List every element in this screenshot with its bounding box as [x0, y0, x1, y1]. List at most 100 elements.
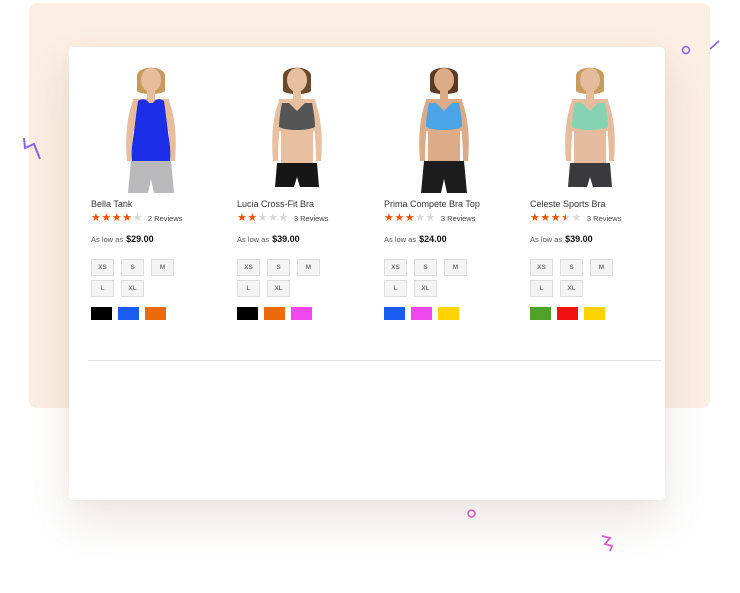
color-swatch[interactable]: [411, 307, 432, 320]
size-option[interactable]: S: [414, 259, 437, 276]
size-option[interactable]: S: [560, 259, 583, 276]
size-options: XS S M L XL: [530, 259, 646, 301]
rating-summary: ★ ★ ★ ★ ★ 3 Reviews: [384, 213, 514, 224]
reviews-link[interactable]: 3 Reviews: [294, 214, 329, 223]
size-option[interactable]: XL: [414, 280, 437, 297]
size-option[interactable]: M: [297, 259, 320, 276]
star-icon: ★: [111, 212, 122, 224]
size-option[interactable]: XS: [237, 259, 260, 276]
product-item: Celeste Sports Bra ★ ★ ★ ★ ★ 3 Reviews As lo…: [530, 61, 660, 320]
circle-icon: [681, 45, 691, 55]
reviews-link[interactable]: 2 Reviews: [148, 214, 183, 223]
star-icon: ★: [415, 212, 425, 224]
price-box: As low as $24.00: [384, 234, 514, 244]
product-image[interactable]: [384, 61, 504, 193]
star-icon: ★: [237, 212, 247, 224]
product-item: Lucia Cross-Fit Bra ★ ★ ★ ★ ★ 3 Reviews As l…: [237, 61, 367, 320]
star-icon: ★: [561, 212, 571, 224]
star-icon: ★: [394, 212, 405, 224]
product-name[interactable]: Celeste Sports Bra: [530, 199, 660, 210]
size-option[interactable]: XS: [91, 259, 114, 276]
color-options: [384, 307, 514, 320]
product-image[interactable]: [530, 61, 650, 193]
dash-icon: [709, 40, 720, 50]
price: $29.00: [126, 234, 154, 244]
price-label: As low as: [530, 235, 563, 244]
price-label: As low as: [237, 235, 270, 244]
price: $39.00: [272, 234, 300, 244]
size-option[interactable]: M: [151, 259, 174, 276]
product-image[interactable]: [237, 61, 357, 193]
size-option[interactable]: XS: [530, 259, 553, 276]
size-option[interactable]: XL: [560, 280, 583, 297]
color-swatch[interactable]: [438, 307, 459, 320]
size-option[interactable]: S: [121, 259, 144, 276]
star-icon: ★: [550, 212, 561, 224]
star-icon: ★: [132, 212, 143, 224]
product-name[interactable]: Prima Compete Bra Top: [384, 199, 514, 210]
size-option[interactable]: M: [444, 259, 467, 276]
color-swatch[interactable]: [118, 307, 139, 320]
size-option[interactable]: S: [267, 259, 290, 276]
price-box: As low as $39.00: [237, 234, 367, 244]
price-box: As low as $39.00: [530, 234, 660, 244]
product-image[interactable]: [91, 61, 211, 193]
squiggle-icon: [601, 535, 614, 552]
size-option[interactable]: XS: [384, 259, 407, 276]
color-options: [237, 307, 367, 320]
color-swatch[interactable]: [145, 307, 166, 320]
size-option[interactable]: XL: [121, 280, 144, 297]
size-option[interactable]: L: [91, 280, 114, 297]
size-option[interactable]: XL: [267, 280, 290, 297]
rating-stars: ★ ★ ★ ★ ★: [384, 213, 436, 224]
star-icon: ★: [278, 212, 289, 224]
color-options: [530, 307, 660, 320]
rating-summary: ★ ★ ★ ★ ★ 2 Reviews: [91, 213, 221, 224]
star-icon: ★: [384, 212, 394, 224]
color-swatch[interactable]: [384, 307, 405, 320]
product-grid-card: Bella Tank ★ ★ ★ ★ ★ 2 Reviews As low as $29.…: [69, 47, 665, 500]
product-name[interactable]: Lucia Cross-Fit Bra: [237, 199, 367, 210]
star-icon: ★: [122, 212, 132, 224]
size-option[interactable]: L: [237, 280, 260, 297]
rating-stars: ★ ★ ★ ★ ★: [91, 213, 143, 224]
rating-summary: ★ ★ ★ ★ ★ 3 Reviews: [530, 213, 660, 224]
reviews-link[interactable]: 3 Reviews: [441, 214, 476, 223]
size-options: XS S M L XL: [384, 259, 500, 301]
price-label: As low as: [91, 235, 124, 244]
squiggle-icon: [23, 137, 41, 160]
color-swatch[interactable]: [584, 307, 605, 320]
star-icon: ★: [268, 212, 278, 224]
circle-icon: [467, 509, 476, 518]
size-option[interactable]: L: [384, 280, 407, 297]
divider: [88, 360, 661, 361]
star-icon: ★: [571, 212, 582, 224]
size-option[interactable]: M: [590, 259, 613, 276]
color-swatch[interactable]: [557, 307, 578, 320]
color-swatch[interactable]: [91, 307, 112, 320]
color-swatch[interactable]: [530, 307, 551, 320]
star-icon: ★: [91, 212, 101, 224]
rating-summary: ★ ★ ★ ★ ★ 3 Reviews: [237, 213, 367, 224]
size-options: XS S M L XL: [91, 259, 207, 301]
price: $39.00: [565, 234, 593, 244]
price-label: As low as: [384, 235, 417, 244]
size-options: XS S M L XL: [237, 259, 353, 301]
star-icon: ★: [425, 212, 436, 224]
color-swatch[interactable]: [291, 307, 312, 320]
reviews-link[interactable]: 3 Reviews: [587, 214, 622, 223]
size-option[interactable]: L: [530, 280, 553, 297]
color-swatch[interactable]: [264, 307, 285, 320]
star-icon: ★: [404, 212, 415, 224]
star-icon: ★: [530, 212, 540, 224]
color-swatch[interactable]: [237, 307, 258, 320]
star-icon: ★: [247, 212, 258, 224]
rating-stars: ★ ★ ★ ★ ★: [530, 213, 582, 224]
price: $24.00: [419, 234, 447, 244]
star-icon: ★: [101, 212, 112, 224]
product-name[interactable]: Bella Tank: [91, 199, 221, 210]
price-box: As low as $29.00: [91, 234, 221, 244]
rating-stars: ★ ★ ★ ★ ★: [237, 213, 289, 224]
star-icon: ★: [257, 212, 268, 224]
color-options: [91, 307, 221, 320]
